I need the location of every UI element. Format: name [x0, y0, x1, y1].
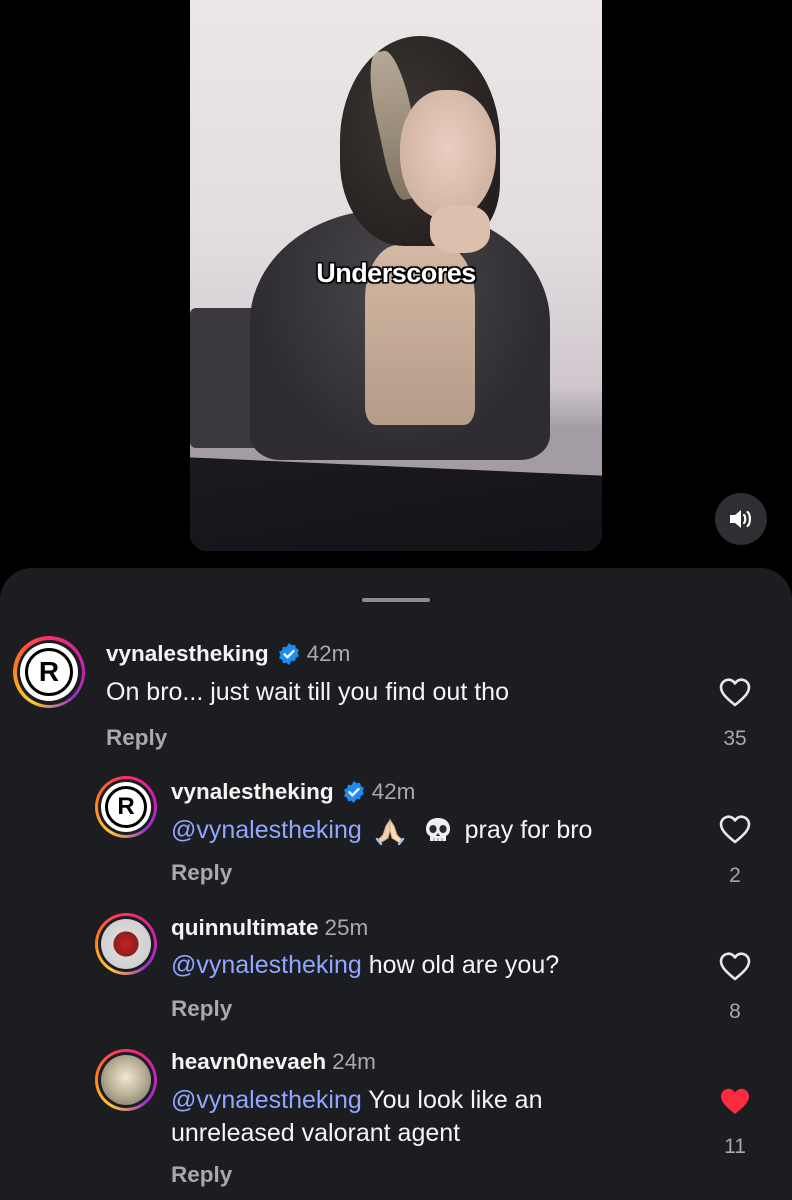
comment-text-plain: pray for bro [464, 816, 593, 844]
video-caption: Underscores [316, 258, 476, 288]
like-count: 35 [723, 727, 747, 750]
like-count: 8 [729, 1000, 741, 1023]
comment-username[interactable]: heavn0nevaeh [171, 1049, 326, 1075]
reply-button[interactable]: Reply [171, 996, 232, 1022]
reply-button[interactable]: Reply [171, 860, 232, 886]
avatar[interactable]: R [13, 636, 85, 708]
avatar[interactable]: R [95, 776, 157, 838]
comment-timestamp: 25m [324, 915, 369, 940]
mention-link[interactable]: @vynalestheking [171, 1086, 362, 1114]
comment-text: @vynalestheking pray for bro [171, 814, 592, 847]
video-preview[interactable]: Underscores [190, 0, 602, 551]
comment-text: @vynalestheking how old are you? [171, 949, 559, 982]
reply-button[interactable]: Reply [106, 725, 167, 751]
verified-badge-icon [343, 781, 364, 803]
comment-text-plain: how old are you? [368, 951, 560, 979]
comment-timestamp: 42m [306, 641, 351, 666]
registered-logo-icon: R [105, 786, 147, 828]
comment-username[interactable]: quinnultimate [171, 915, 319, 941]
comment-text-line2: unreleased valorant agent [171, 1119, 461, 1147]
reply-button[interactable]: Reply [171, 1162, 232, 1188]
avatar[interactable] [95, 1049, 157, 1111]
sound-toggle-button[interactable] [715, 493, 767, 545]
registered-logo-icon: R [25, 648, 73, 696]
video-figure-face [400, 90, 496, 220]
mention-link[interactable]: @vynalestheking [171, 951, 362, 979]
comment-text-line1: You look like an [368, 1086, 543, 1114]
speaker-icon [730, 510, 751, 528]
comment-timestamp: 24m [332, 1049, 376, 1074]
sheet-drag-handle[interactable] [362, 598, 430, 602]
heart-outline-icon[interactable] [718, 676, 752, 708]
video-figure-hand [430, 205, 490, 253]
heart-outline-icon[interactable] [718, 813, 752, 845]
avatar[interactable] [95, 913, 157, 975]
comment-text: @vynalestheking You look like an unrelea… [171, 1084, 542, 1150]
comment-username[interactable]: vynalestheking [106, 641, 269, 667]
folded-hands-emoji-icon [375, 818, 404, 846]
comment-username[interactable]: vynalestheking [171, 779, 334, 805]
comment-text: On bro... just wait till you find out th… [106, 678, 509, 706]
skull-emoji-icon [425, 818, 450, 842]
heart-outline-icon[interactable] [718, 950, 752, 982]
comment-timestamp: 42m [371, 779, 416, 804]
heart-filled-icon[interactable] [718, 1085, 752, 1117]
like-count: 11 [724, 1135, 746, 1158]
verified-badge-icon [278, 643, 299, 665]
comments-sheet: R vynalestheking 42m On bro... just wait… [0, 568, 792, 1200]
like-count: 2 [729, 864, 741, 887]
mention-link[interactable]: @vynalestheking [171, 816, 362, 844]
